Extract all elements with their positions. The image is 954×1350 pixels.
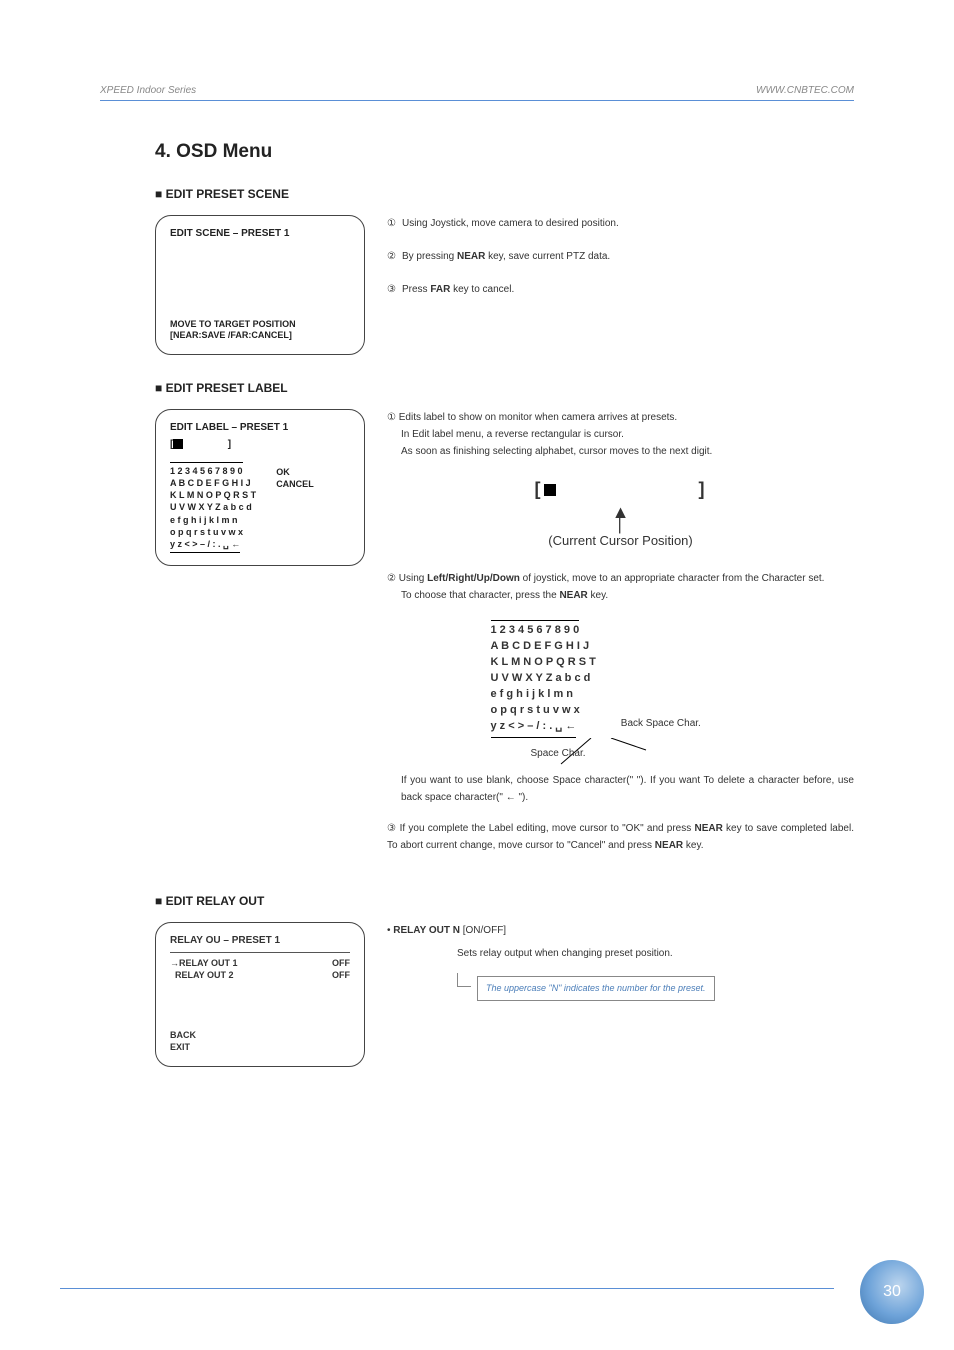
label-step3-num: ③ (387, 823, 396, 834)
relay-exit: EXIT (170, 1042, 350, 1054)
backspace-char-label: Back Space Char. (621, 715, 701, 732)
scene-step1: Using Joystick, move camera to desired p… (402, 215, 854, 232)
header-left: XPEED Indoor Series (100, 85, 196, 96)
cancel-label: CANCEL (276, 478, 314, 490)
arrow-up-icon: ▲│ (387, 507, 854, 529)
charset-figure: 1 2 3 4 5 6 7 8 9 0 A B C D E F G H I J … (491, 618, 751, 740)
osd-scene-footer2: [NEAR:SAVE /FAR:CANCEL] (170, 330, 350, 342)
footer-divider (60, 1288, 834, 1290)
relay-out-2-label: RELAY OUT 2 (170, 970, 234, 980)
label-step2-num: ② (387, 573, 396, 584)
space-char-label: Space Char. (531, 745, 586, 762)
section-label-title: EDIT PRESET LABEL (155, 381, 854, 395)
page-number: 30 (883, 1283, 901, 1301)
scene-step1-num: ① (387, 215, 396, 232)
osd-scene-box: EDIT SCENE – PRESET 1 MOVE TO TARGET POS… (155, 215, 365, 355)
scene-step2: By pressing NEAR key, save current PTZ d… (402, 248, 854, 265)
charset-grid: 1 2 3 4 5 6 7 8 9 0 A B C D E F G H I J … (170, 462, 256, 553)
osd-relay-box: RELAY OU – PRESET 1 →RELAY OUT 1 OFF REL… (155, 922, 365, 1067)
relay-note: The uppercase "N" indicates the number f… (477, 976, 715, 1001)
page-header: XPEED Indoor Series WWW.CNBTEC.COM (100, 85, 854, 101)
cursor-field: [ ] (170, 439, 350, 450)
tree-connector-icon (457, 973, 471, 987)
page-number-badge: 30 (860, 1260, 924, 1324)
scene-step3-num: ③ (387, 281, 396, 298)
header-right: WWW.CNBTEC.COM (756, 85, 854, 96)
cursor-position-label: (Current Cursor Position) (387, 530, 854, 552)
label-step1b: In Edit label menu, a reverse rectangula… (387, 426, 854, 443)
label-step2d: To choose that character, press the NEAR… (387, 587, 854, 604)
osd-scene-footer1: MOVE TO TARGET POSITION (170, 319, 350, 331)
label-step3: If you complete the Label editing, move … (387, 823, 854, 851)
label-step2: Using Left/Right/Up/Down of joystick, mo… (399, 573, 825, 584)
osd-label-box: EDIT LABEL – PRESET 1 [ ] 1 2 3 4 5 6 7 … (155, 409, 365, 566)
section-scene-title: EDIT PRESET SCENE (155, 187, 854, 201)
relay-out-1-label: →RELAY OUT 1 (170, 958, 238, 968)
osd-relay-title: RELAY OU – PRESET 1 (170, 935, 350, 946)
osd-scene-title: EDIT SCENE – PRESET 1 (170, 228, 350, 239)
scene-step3: Press FAR key to cancel. (402, 281, 854, 298)
osd-label-title: EDIT LABEL – PRESET 1 (170, 422, 350, 433)
label-step1-num: ① (387, 412, 396, 423)
relay-out-1-value: OFF (332, 958, 350, 968)
label-blank-note: If you want to use blank, choose Space c… (387, 772, 854, 806)
relay-desc-title: • RELAY OUT N [ON/OFF] (387, 922, 715, 939)
scene-step2-num: ② (387, 248, 396, 265)
relay-back: BACK (170, 1030, 350, 1042)
cursor-figure: [ ] ▲│ (Current Cursor Position) (387, 474, 854, 552)
label-step1a: Edits label to show on monitor when came… (399, 412, 677, 423)
label-step1c: As soon as finishing selecting alphabet,… (387, 443, 854, 460)
section-relay-title: EDIT RELAY OUT (155, 894, 854, 908)
relay-out-2-value: OFF (332, 970, 350, 980)
page-title: 4. OSD Menu (155, 141, 854, 163)
ok-label: OK (276, 466, 314, 478)
relay-desc-body: Sets relay output when changing preset p… (457, 945, 715, 962)
